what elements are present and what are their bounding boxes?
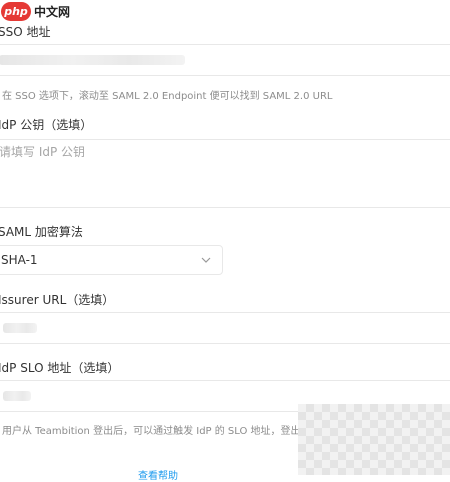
idp-slo-value <box>3 391 31 401</box>
issuer-url-input[interactable] <box>0 312 450 344</box>
sso-address-input[interactable] <box>0 44 450 76</box>
sso-address-value <box>0 55 185 65</box>
saml-algorithm-value: SHA-1 <box>1 253 38 267</box>
idp-public-key-textarea[interactable]: 请填写 IdP 公钥 <box>0 139 450 208</box>
saml-algorithm-select[interactable]: SHA-1 <box>0 245 223 275</box>
logo-badge: php <box>1 1 31 21</box>
pixelated-overlay <box>298 404 450 475</box>
chevron-down-icon <box>201 257 211 263</box>
saml-algorithm-label: SAML 加密算法 <box>0 225 83 239</box>
logo-text: 中文网 <box>34 4 71 19</box>
idp-slo-hint: 用户从 Teambition 登出后，可以通过触发 IdP 的 SLO 地址，登… <box>2 426 321 437</box>
idp-slo-label: IdP SLO 地址（选填） <box>0 361 120 375</box>
sso-address-label: SSO 地址 <box>0 25 51 39</box>
idp-public-key-label: IdP 公钥（选填） <box>0 118 93 132</box>
watermark-logo: php 中文网 <box>0 0 82 22</box>
idp-public-key-placeholder: 请填写 IdP 公钥 <box>0 145 86 159</box>
issuer-url-label: Issurer URL（选填） <box>0 293 115 307</box>
sso-address-hint: 在 SSO 选项下，滚动至 SAML 2.0 Endpoint 便可以找到 SA… <box>2 91 333 102</box>
issuer-url-value <box>3 323 37 333</box>
